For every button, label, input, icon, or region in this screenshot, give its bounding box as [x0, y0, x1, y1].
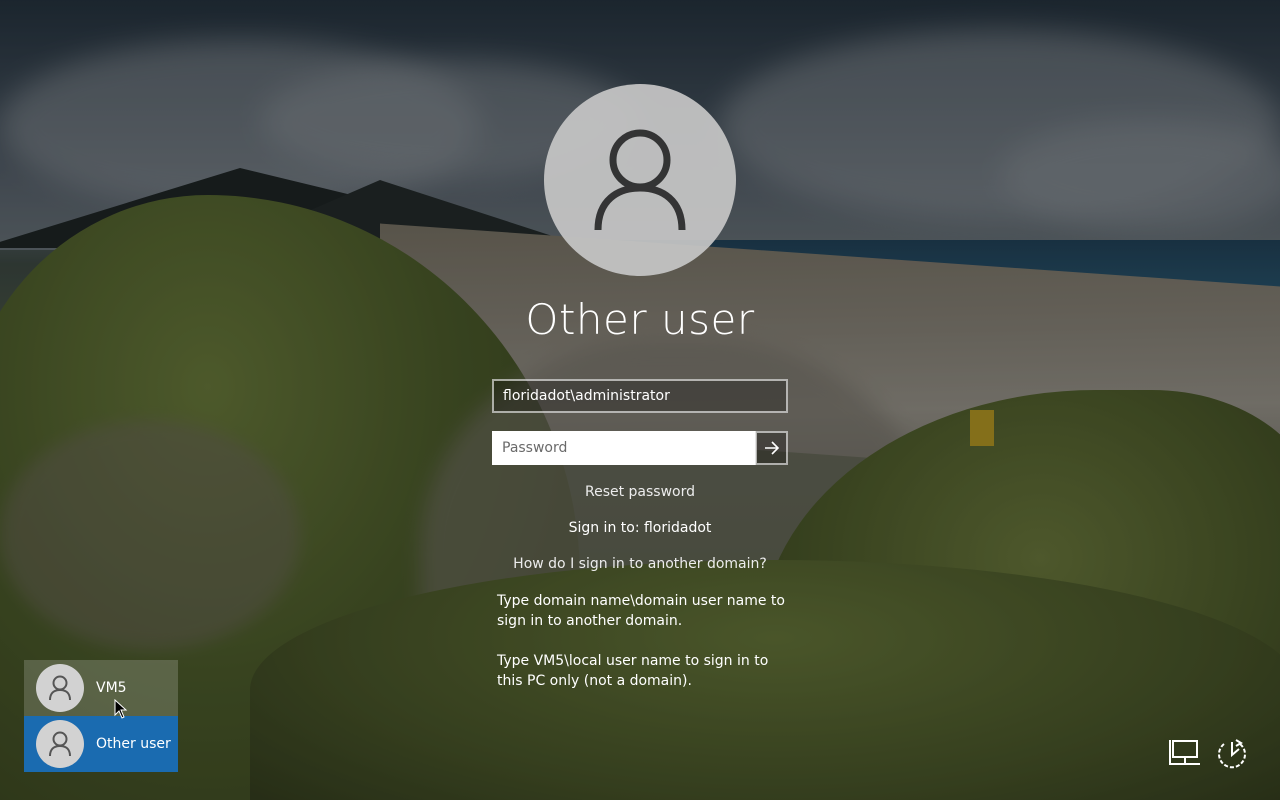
ease-of-access-icon — [1218, 739, 1246, 769]
username-title: Other user — [525, 295, 755, 344]
user-tile-other-user[interactable]: Other user — [24, 716, 178, 772]
network-icon — [1169, 740, 1200, 765]
submit-button[interactable] — [755, 431, 788, 465]
user-icon — [49, 731, 71, 757]
domain-hint-text: Type domain name\domain user name to sig… — [497, 593, 785, 629]
network-button[interactable] — [1168, 738, 1202, 770]
user-tile-vm5[interactable]: VM5 — [24, 660, 178, 716]
user-tile-label: VM5 — [96, 680, 127, 696]
password-input[interactable] — [492, 431, 756, 465]
sign-in-to-label: Sign in to: floridadot — [568, 520, 712, 536]
user-avatar — [544, 84, 736, 276]
user-icon — [594, 129, 686, 231]
local-hint-text: Type VM5\local user name to sign in to t… — [497, 653, 769, 689]
lock-screen: Other user floridadot\administrator Rese… — [0, 0, 1280, 800]
ease-of-access-button[interactable] — [1215, 738, 1249, 770]
reset-password-link[interactable]: Reset password — [440, 484, 840, 500]
username-field[interactable]: floridadot\administrator — [492, 379, 788, 413]
arrow-right-icon — [764, 441, 779, 455]
user-icon — [49, 675, 71, 701]
user-tile-avatar — [36, 664, 84, 712]
mouse-cursor-icon — [114, 699, 128, 719]
user-tile-label: Other user — [96, 736, 171, 752]
user-tile-avatar — [36, 720, 84, 768]
other-domain-link[interactable]: How do I sign in to another domain? — [440, 556, 840, 572]
